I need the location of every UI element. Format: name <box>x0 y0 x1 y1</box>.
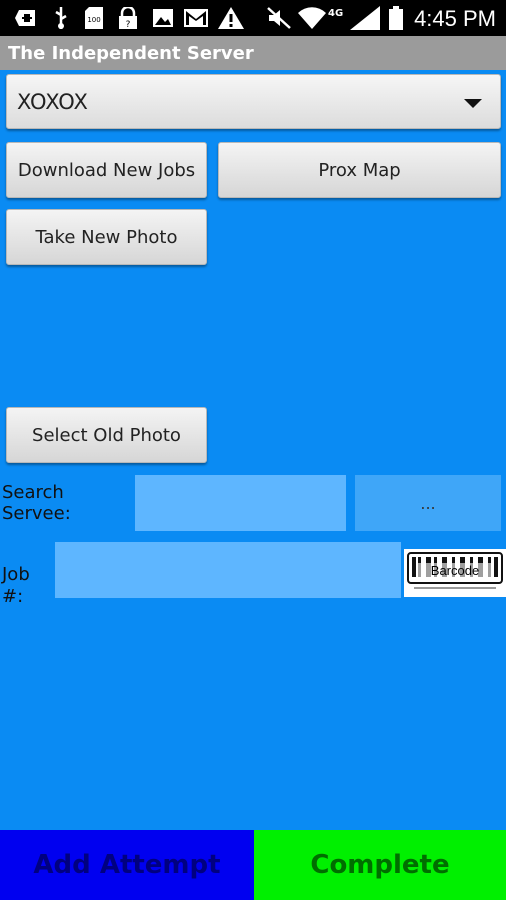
dropdown-arrow-icon <box>464 99 482 108</box>
search-servee-label: Search Servee: <box>2 482 71 524</box>
prox-map-label: Prox Map <box>318 159 401 181</box>
complete-button[interactable]: Complete <box>254 830 506 900</box>
search-ellipsis-label: ... <box>420 493 436 513</box>
take-new-photo-label: Take New Photo <box>35 226 178 248</box>
svg-text:100: 100 <box>87 16 100 24</box>
warning-icon <box>218 7 244 29</box>
select-old-photo-label: Select Old Photo <box>32 424 181 446</box>
add-attempt-label: Add Attempt <box>33 850 221 880</box>
barcode-label: Barcode <box>418 563 492 578</box>
spinner-value: XOXOX <box>17 90 88 114</box>
search-ellipsis-button[interactable]: ... <box>355 475 501 531</box>
gmail-icon <box>184 8 208 28</box>
status-bar: 100 ? 4G 4:45 PM <box>0 0 506 36</box>
add-attempt-button[interactable]: Add Attempt <box>0 830 254 900</box>
barcode-button[interactable]: Barcode <box>404 549 506 597</box>
take-new-photo-button[interactable]: Take New Photo <box>6 209 207 265</box>
job-number-input[interactable] <box>55 542 401 598</box>
search-servee-input[interactable] <box>135 475 346 531</box>
add-icon <box>14 8 38 28</box>
main-content: XOXOX Download New Jobs Prox Map Take Ne… <box>0 70 506 830</box>
download-new-jobs-label: Download New Jobs <box>17 159 196 181</box>
download-new-jobs-button[interactable]: Download New Jobs <box>6 142 207 198</box>
battery-icon <box>388 6 404 30</box>
image-icon <box>152 8 174 28</box>
wifi-icon <box>298 7 326 29</box>
mute-icon <box>266 7 292 29</box>
usb-icon <box>52 7 70 29</box>
signal-icon: 4G <box>328 6 382 30</box>
app-title: The Independent Server <box>8 43 254 64</box>
sd-card-icon: 100 <box>84 7 104 29</box>
status-time: 4:45 PM <box>414 6 496 31</box>
bottom-action-bar: Add Attempt Complete <box>0 830 506 900</box>
svg-text:4G: 4G <box>328 8 343 19</box>
lock-icon: ? <box>116 7 142 29</box>
complete-label: Complete <box>310 850 450 880</box>
prox-map-button[interactable]: Prox Map <box>218 142 501 198</box>
app-title-bar: The Independent Server <box>0 36 506 70</box>
job-number-label: Job #: <box>2 564 30 607</box>
select-old-photo-button[interactable]: Select Old Photo <box>6 407 207 463</box>
server-spinner[interactable]: XOXOX <box>6 74 501 129</box>
svg-text:?: ? <box>126 20 131 29</box>
